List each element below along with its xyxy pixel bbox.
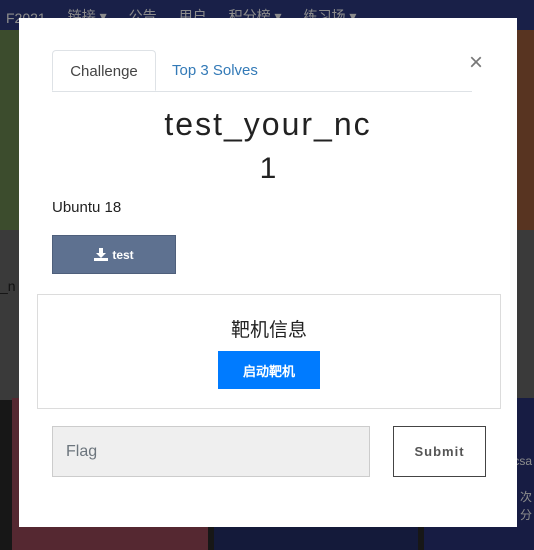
tab-top-solves[interactable]: Top 3 Solves: [172, 50, 258, 91]
download-icon: [94, 248, 109, 261]
download-file-label: test: [112, 247, 134, 262]
target-info-panel: 靶机信息 启动靶机: [37, 294, 501, 409]
submit-button[interactable]: Submit: [393, 426, 486, 477]
challenge-modal: × Challenge Top 3 Solves test_your_nc 1 …: [19, 18, 517, 527]
challenge-description: Ubuntu 18: [52, 199, 122, 216]
flag-input[interactable]: [52, 426, 370, 477]
modal-tabs: Challenge Top 3 Solves: [52, 50, 472, 92]
challenge-name: test_your_nc: [164, 106, 372, 142]
start-target-button[interactable]: 启动靶机: [218, 351, 320, 389]
download-file-button[interactable]: test: [52, 235, 176, 274]
challenge-value: 1: [259, 152, 277, 185]
target-info-title: 靶机信息: [230, 320, 307, 341]
tab-challenge[interactable]: Challenge: [52, 50, 156, 91]
